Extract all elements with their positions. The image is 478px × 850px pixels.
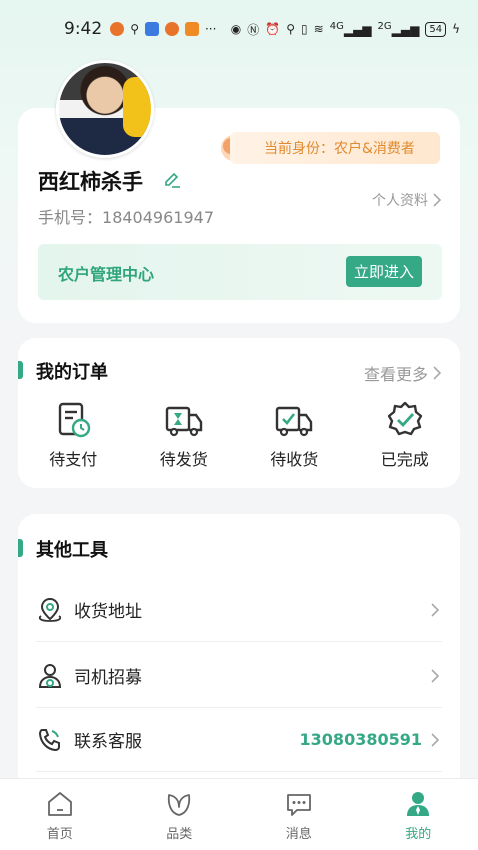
tools-title: 其他工具 — [36, 540, 108, 561]
shield-icon — [144, 22, 159, 36]
farm-enter-button[interactable]: 立即进入 — [345, 256, 422, 287]
status-bar: 9:42 ⚲ ··· ◉ Ⓝ ⏰ ⚲ ▯ ≋ 4G▂▄▆ 2G▂▄▆ 54 ϟ — [0, 0, 478, 58]
tab-mine[interactable]: 我的 — [359, 779, 478, 850]
tab-category[interactable]: 品类 — [120, 779, 240, 850]
tool-row-customer-service[interactable]: 联系客服 13080380591 — [36, 708, 442, 772]
chevron-right-icon — [431, 602, 440, 617]
phone-number: 手机号：18404961947 — [38, 204, 214, 228]
vibrate-icon: ▯ — [301, 22, 308, 36]
tools-card: 其他工具 收货地址 司机招募 联系客服 13080380591 — [18, 514, 460, 804]
message-icon — [286, 794, 311, 816]
home-icon — [47, 792, 72, 816]
tool-row-shipping-address[interactable]: 收货地址 — [36, 578, 442, 642]
bottom-tab-bar: 首页 品类 消息 我的 — [0, 778, 478, 850]
tab-label: 首页 — [46, 827, 73, 842]
section-accent-bar — [18, 539, 23, 557]
orders-card: 我的订单 查看更多 待支付 待发货 待收货 已完成 — [18, 338, 460, 488]
phone-icon — [38, 728, 60, 751]
driver-icon — [38, 663, 62, 688]
signal-icon-2: 2G▂▄▆ — [377, 21, 420, 37]
farm-management-title: 农户管理中心 — [58, 265, 155, 284]
alarm-icon: ⏰ — [265, 22, 281, 36]
order-status-list: 待支付 待发货 待收货 已完成 — [18, 400, 460, 470]
app-notification-icon — [184, 22, 199, 36]
avatar[interactable] — [56, 60, 154, 158]
orders-title: 我的订单 — [36, 362, 108, 383]
tool-row-driver-recruitment[interactable]: 司机招募 — [36, 644, 442, 708]
order-status-label: 已完成 — [380, 450, 429, 469]
tab-label: 消息 — [285, 827, 312, 842]
phone-label: 手机号： — [38, 208, 103, 227]
section-accent-bar — [18, 361, 23, 379]
phone-value: 18404961947 — [102, 208, 214, 227]
see-more-label: 查看更多 — [363, 365, 428, 384]
pending-shipment-icon — [165, 406, 202, 437]
charging-icon: ϟ — [452, 22, 460, 36]
battery-icon: 54 — [425, 21, 447, 37]
nfc-icon: Ⓝ — [247, 22, 260, 37]
profile-link-label: 个人资料 — [372, 193, 428, 209]
identity-badge: 当前身份：农户&消费者 — [230, 132, 440, 164]
see-more-orders-link[interactable]: 查看更多 — [364, 361, 442, 385]
tab-label: 品类 — [166, 827, 193, 842]
eye-icon: ◉ — [230, 22, 242, 36]
order-status-pending-receipt[interactable]: 待收货 — [239, 400, 350, 470]
order-status-pending-payment[interactable]: 待支付 — [18, 400, 129, 470]
weibo-icon — [110, 22, 125, 36]
tool-label: 联系客服 — [74, 732, 142, 752]
tool-label: 司机招募 — [74, 668, 142, 688]
pending-payment-icon — [59, 402, 91, 438]
tab-label: 我的 — [405, 827, 432, 842]
status-system-icons: ◉ Ⓝ ⏰ ⚲ ▯ ≋ 4G▂▄▆ 2G▂▄▆ 54 ϟ — [231, 21, 460, 38]
tab-messages[interactable]: 消息 — [239, 779, 359, 850]
order-status-label: 待发货 — [159, 450, 208, 469]
chevron-right-icon — [431, 668, 440, 683]
order-status-completed[interactable]: 已完成 — [350, 400, 461, 470]
signal-icon-1: 4G▂▄▆ — [329, 21, 372, 37]
more-notifications-icon: ··· — [204, 22, 217, 36]
chevron-right-icon — [433, 193, 442, 207]
leaf-icon — [168, 794, 191, 816]
pending-receipt-icon — [276, 406, 313, 437]
network-type-2: 2G — [377, 21, 392, 32]
status-time: 9:42 — [64, 19, 103, 39]
network-type-1: 4G — [329, 21, 344, 32]
tool-label: 收货地址 — [74, 602, 142, 622]
edit-icon[interactable] — [162, 170, 182, 190]
usb-icon: ⚲ — [130, 22, 139, 36]
order-status-pending-shipment[interactable]: 待发货 — [129, 400, 240, 470]
status-notification-icons: ⚲ ··· — [110, 22, 216, 36]
tab-home[interactable]: 首页 — [0, 779, 120, 850]
username: 西红柿杀手 — [38, 170, 143, 194]
order-status-label: 待支付 — [49, 450, 98, 469]
chevron-right-icon — [431, 732, 440, 747]
weibo-icon-2 — [164, 22, 179, 36]
chevron-right-icon — [433, 366, 442, 380]
order-status-label: 待收货 — [270, 450, 319, 469]
wifi-icon: ≋ — [313, 22, 324, 36]
user-icon — [407, 792, 430, 816]
farm-management-panel: 农户管理中心 立即进入 — [38, 244, 442, 300]
location-status-icon: ⚲ — [286, 22, 296, 36]
completed-icon — [387, 401, 422, 436]
location-icon — [38, 597, 62, 622]
customer-service-phone[interactable]: 13080380591 — [300, 730, 422, 749]
profile-link[interactable]: 个人资料 — [372, 190, 442, 210]
